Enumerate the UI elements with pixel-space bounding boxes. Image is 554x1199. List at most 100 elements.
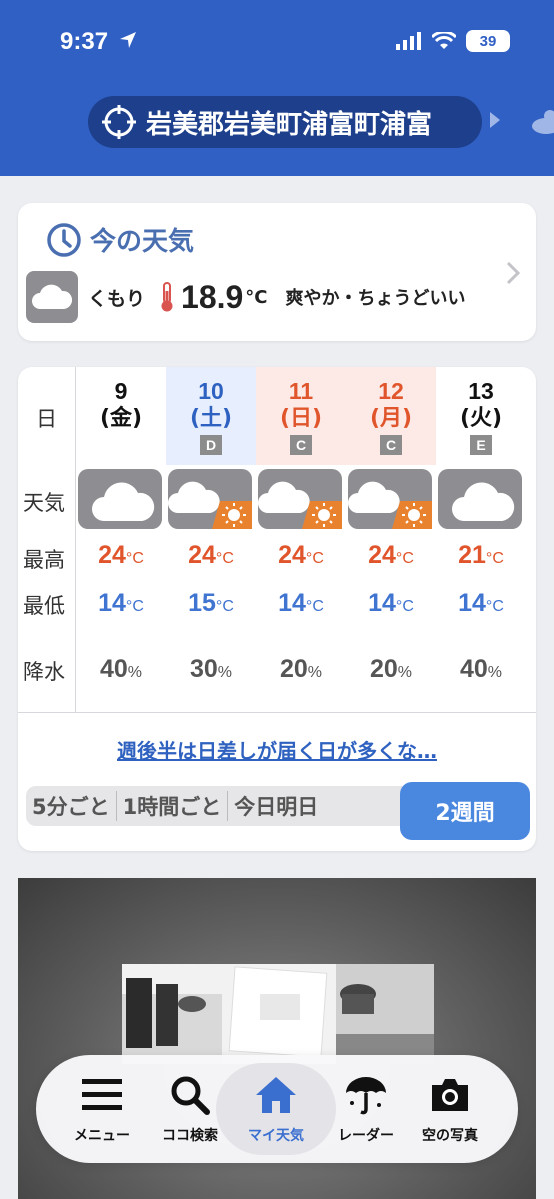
signal-icon — [396, 32, 421, 50]
forecast-low: 14°C — [76, 589, 166, 618]
forecast-day-column[interactable]: 11 (日) C 24°C 14°C 20% — [256, 367, 346, 712]
forecast-day-header: 9 (金) — [76, 367, 166, 465]
precip-unit: % — [397, 664, 413, 681]
forecast-weekday: (月) — [369, 406, 413, 431]
forecast-low: 14°C — [256, 589, 346, 618]
tab-2weeks[interactable]: 2週間 — [400, 782, 530, 840]
forecast-day-column[interactable]: 10 (土) D 24°C 15°C 30% — [166, 367, 256, 712]
forecast-date: 11 — [288, 378, 314, 404]
forecast-precip: 40% — [76, 655, 166, 684]
temperature-unit: °C — [245, 286, 268, 308]
row-label-day: 日 — [36, 407, 57, 431]
location-target-icon — [102, 105, 136, 139]
location-selector[interactable]: 岩美郡岩美町浦富町浦富 — [88, 96, 482, 148]
current-weather-title: 今の天気 — [46, 221, 194, 258]
forecast-low: 15°C — [166, 589, 256, 618]
menu-icon — [82, 1079, 122, 1110]
location-arrow-icon — [120, 32, 136, 48]
thermometer-icon — [161, 282, 173, 312]
forecast-weekday: (日) — [279, 406, 323, 431]
nav-sky-photos[interactable]: 空の写真 — [404, 1055, 496, 1163]
forecast-high: 21°C — [436, 541, 526, 570]
cloudy-icon — [26, 271, 78, 323]
low-value: 14 — [368, 589, 396, 617]
nav-my-weather[interactable]: マイ天気 — [230, 1055, 322, 1163]
nav-sky-photos-label: 空の写真 — [422, 1128, 478, 1144]
precip-unit: % — [217, 664, 233, 681]
tab-today-tomorrow[interactable]: 今日明日 — [228, 791, 324, 821]
current-temperature: 18.9 — [181, 278, 244, 315]
forecast-weekday: (土) — [189, 406, 233, 431]
high-unit: °C — [215, 550, 234, 567]
row-label-high: 最高 — [23, 548, 65, 572]
forecast-day-header: 11 (日) C — [256, 367, 346, 465]
row-label-precip: 降水 — [23, 660, 65, 684]
bottom-navigation: メニュー ココ検索 マイ天気 レーダー 空の写真 — [36, 1055, 518, 1163]
tab-hourly[interactable]: 1時間ごと — [117, 791, 229, 821]
precip-value: 30 — [189, 655, 218, 683]
nav-menu[interactable]: メニュー — [56, 1055, 148, 1163]
high-unit: °C — [395, 550, 414, 567]
forecast-day-header: 13 (火) E — [436, 367, 526, 465]
low-value: 14 — [278, 589, 306, 617]
umbrella-icon — [346, 1077, 386, 1115]
weather-partly-cloudy-icon[interactable] — [530, 104, 554, 138]
cloudy-sunny-icon — [258, 469, 342, 529]
high-value: 24 — [188, 541, 216, 569]
forecast-date: 9 — [114, 378, 128, 404]
forecast-index-badge: D — [200, 435, 222, 455]
forecast-day-column[interactable]: 13 (火) E 21°C 14°C 40% — [436, 367, 526, 712]
forecast-low: 14°C — [436, 589, 526, 618]
caret-right-icon[interactable] — [490, 112, 500, 128]
forecast-precip: 40% — [436, 655, 526, 684]
high-value: 24 — [368, 541, 396, 569]
precip-unit: % — [307, 664, 323, 681]
low-unit: °C — [395, 598, 414, 615]
nav-menu-label: メニュー — [74, 1128, 130, 1144]
row-label-low: 最低 — [23, 594, 65, 618]
cloudy-sunny-icon — [168, 469, 252, 529]
precip-value: 20 — [369, 655, 398, 683]
nav-radar[interactable]: レーダー — [320, 1055, 412, 1163]
precip-value: 40 — [459, 655, 488, 683]
divider — [18, 712, 536, 713]
feeling-text: 爽やか・ちょうどいい — [285, 288, 466, 309]
current-weather-heading: 今の天気 — [90, 227, 195, 257]
battery-indicator: 39 — [466, 30, 510, 52]
clock-icon — [47, 222, 81, 257]
low-unit: °C — [305, 598, 324, 615]
forecast-precip: 30% — [166, 655, 256, 684]
forecast-day-column[interactable]: 12 (月) C 24°C 14°C 20% — [346, 367, 436, 712]
forecast-date: 13 — [468, 378, 494, 404]
nav-radar-label: レーダー — [338, 1128, 394, 1144]
forecast-row-labels: 日 天気 最高 最低 降水 — [18, 367, 76, 712]
forecast-weekday: (金) — [99, 406, 143, 431]
search-icon — [171, 1076, 210, 1115]
precip-unit: % — [487, 664, 503, 681]
forecast-index-badge: C — [290, 435, 312, 455]
nav-my-weather-label: マイ天気 — [248, 1128, 304, 1144]
forecast-day-column[interactable]: 9 (金) 24°C 14°C 40% — [76, 367, 166, 712]
nav-search[interactable]: ココ検索 — [144, 1055, 236, 1163]
current-weather-card[interactable]: 今の天気 くもり 18.9 °C 爽やか・ちょうどいい — [18, 203, 536, 341]
cloudy-sunny-icon — [348, 469, 432, 529]
precip-value: 20 — [279, 655, 308, 683]
high-unit: °C — [485, 550, 504, 567]
forecast-index-badge: E — [470, 435, 492, 455]
forecast-summary-link[interactable]: 週後半は日差しが届く日が多くな… — [18, 735, 536, 764]
home-icon — [256, 1077, 296, 1113]
low-value: 14 — [458, 589, 486, 617]
wifi-icon — [432, 32, 456, 49]
forecast-day-header: 12 (月) C — [346, 367, 436, 465]
chevron-right-icon[interactable] — [506, 261, 520, 285]
forecast-date: 12 — [378, 378, 404, 404]
ad-image — [122, 964, 434, 1064]
forecast-high: 24°C — [76, 541, 166, 570]
forecast-tabs: 5分ごと 1時間ごと 今日明日 2週間 — [26, 782, 530, 840]
forecast-day-header: 10 (土) D — [166, 367, 256, 465]
tab-5min[interactable]: 5分ごと — [26, 791, 117, 821]
nav-search-label: ココ検索 — [162, 1128, 218, 1144]
high-unit: °C — [125, 550, 144, 567]
camera-icon — [432, 1079, 468, 1111]
high-unit: °C — [305, 550, 324, 567]
